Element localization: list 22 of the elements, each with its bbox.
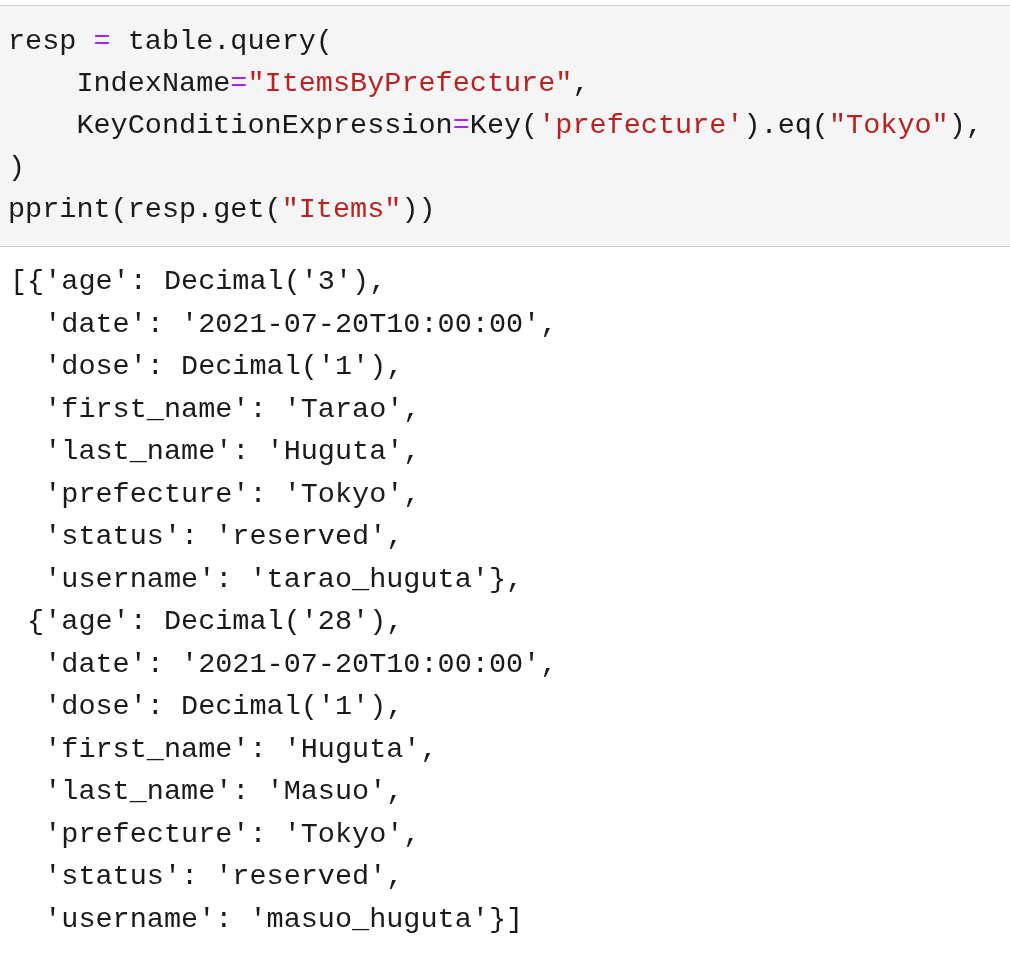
output-line: 'last_name': 'Huguta', — [43, 434, 422, 470]
output-line: 'dose': Decimal('1'), — [43, 689, 405, 725]
output-line: 'date': '2021-07-20T10:00:00', — [43, 646, 559, 683]
output-line: 'prefecture': 'Tokyo', — [43, 476, 422, 513]
output-line: {'age': Decimal('28'), — [26, 604, 405, 640]
output-line: 'date': '2021-07-20T10:00:00', — [43, 306, 559, 343]
code-line: pprint(resp.get("Items")) — [8, 192, 437, 228]
code-line: IndexName="ItemsByPrefecture", — [75, 66, 591, 102]
output-line: 'username': 'masuo_huguta'}] — [43, 901, 525, 938]
code-line: ) — [8, 150, 27, 186]
code-line: resp = table.query( — [8, 24, 334, 60]
output-line: 'first_name': 'Huguta', — [43, 731, 439, 768]
output-line: 'status': 'reserved', — [43, 519, 405, 555]
output-line: 'status': 'reserved', — [43, 859, 405, 895]
code-cell[interactable]: resp = table.query( IndexName="ItemsByPrefecture", KeyConditionExpression=Key('prefecture').eq("Tokyo"), ) pprint(resp.get("Items")) — [0, 5, 1010, 247]
code-line: KeyConditionExpression=Key('prefecture').eq("Tokyo"), — [75, 108, 984, 144]
output-line: 'prefecture': 'Tokyo', — [43, 816, 422, 853]
output-line: 'first_name': 'Tarao', — [43, 391, 422, 428]
output-line: 'dose': Decimal('1'), — [43, 349, 405, 385]
output-line: 'last_name': 'Masuo', — [43, 774, 405, 810]
output-line: [{'age': Decimal('3'), — [10, 264, 388, 300]
output-line: 'username': 'tarao_huguta'}, — [43, 561, 525, 598]
